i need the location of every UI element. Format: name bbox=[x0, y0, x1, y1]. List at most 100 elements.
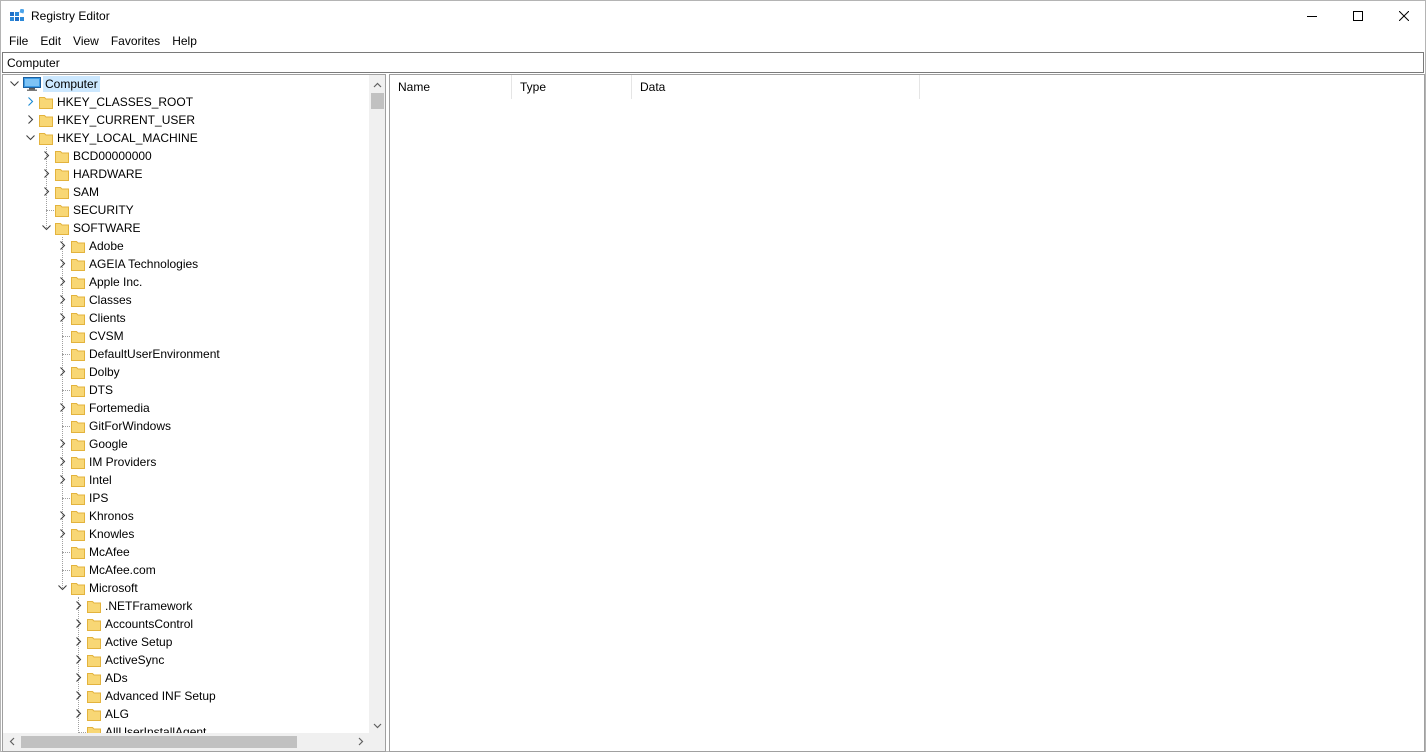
tree-item-computer[interactable]: Computer bbox=[3, 75, 369, 93]
tree-item-clients[interactable]: Clients bbox=[3, 309, 369, 327]
menu-edit[interactable]: Edit bbox=[34, 32, 67, 51]
folder-icon bbox=[71, 257, 85, 271]
tree-item-khronos[interactable]: Khronos bbox=[3, 507, 369, 525]
maximize-button[interactable] bbox=[1335, 1, 1381, 32]
tree-item-software[interactable]: SOFTWARE bbox=[3, 219, 369, 237]
tree-item-hardware[interactable]: HARDWARE bbox=[3, 165, 369, 183]
folder-icon bbox=[39, 113, 53, 127]
tree-item-advanced-inf-setup[interactable]: Advanced INF Setup bbox=[3, 687, 369, 705]
menu-file[interactable]: File bbox=[3, 32, 34, 51]
tree-item-gitforwindows[interactable]: GitForWindows bbox=[3, 417, 369, 435]
chevron-right-icon[interactable] bbox=[57, 510, 68, 521]
chevron-right-icon[interactable] bbox=[41, 186, 52, 197]
tree-item-hkey-local-machine[interactable]: HKEY_LOCAL_MACHINE bbox=[3, 129, 369, 147]
chevron-right-icon[interactable] bbox=[57, 474, 68, 485]
chevron-down-icon[interactable] bbox=[57, 582, 68, 593]
chevron-right-icon[interactable] bbox=[25, 114, 36, 125]
chevron-right-icon[interactable] bbox=[57, 312, 68, 323]
chevron-right-icon[interactable] bbox=[57, 258, 68, 269]
tree-item-classes[interactable]: Classes bbox=[3, 291, 369, 309]
tree-item-netframework[interactable]: .NETFramework bbox=[3, 597, 369, 615]
tree-item-apple-inc[interactable]: Apple Inc. bbox=[3, 273, 369, 291]
chevron-right-icon[interactable] bbox=[57, 294, 68, 305]
chevron-right-icon[interactable] bbox=[73, 618, 84, 629]
chevron-down-icon[interactable] bbox=[41, 222, 52, 233]
address-input[interactable] bbox=[3, 53, 1423, 72]
chevron-right-icon[interactable] bbox=[73, 672, 84, 683]
chevron-right-icon[interactable] bbox=[57, 528, 68, 539]
folder-icon bbox=[71, 419, 85, 433]
chevron-right-icon[interactable] bbox=[73, 654, 84, 665]
tree-item-im-providers[interactable]: IM Providers bbox=[3, 453, 369, 471]
tree-item-mcafee-com[interactable]: McAfee.com bbox=[3, 561, 369, 579]
chevron-right-icon[interactable] bbox=[25, 96, 36, 107]
tree-item-adobe[interactable]: Adobe bbox=[3, 237, 369, 255]
tree-item-ageia-technologies[interactable]: AGEIA Technologies bbox=[3, 255, 369, 273]
scroll-down-button[interactable] bbox=[369, 716, 385, 733]
chevron-right-icon[interactable] bbox=[57, 240, 68, 251]
chevron-right-icon[interactable] bbox=[41, 150, 52, 161]
address-bar[interactable] bbox=[2, 52, 1424, 73]
folder-icon bbox=[71, 293, 85, 307]
folder-icon bbox=[39, 95, 53, 109]
tree-item-label: McAfee bbox=[89, 545, 130, 559]
horizontal-scroll-thumb[interactable] bbox=[21, 736, 297, 748]
column-header-data[interactable]: Data bbox=[632, 75, 920, 99]
scroll-left-button[interactable] bbox=[3, 733, 20, 751]
minimize-button[interactable] bbox=[1289, 1, 1335, 32]
tree-item-hkey-current-user[interactable]: HKEY_CURRENT_USER bbox=[3, 111, 369, 129]
tree-item-ips[interactable]: IPS bbox=[3, 489, 369, 507]
tree-item-microsoft[interactable]: Microsoft bbox=[3, 579, 369, 597]
title-bar[interactable]: Registry Editor bbox=[1, 1, 1425, 32]
tree-item-alluserinstallagent[interactable]: AllUserInstallAgent bbox=[3, 723, 369, 733]
tree-item-mcafee[interactable]: McAfee bbox=[3, 543, 369, 561]
tree-item-accountscontrol[interactable]: AccountsControl bbox=[3, 615, 369, 633]
tree-item-activesync[interactable]: ActiveSync bbox=[3, 651, 369, 669]
chevron-right-icon[interactable] bbox=[73, 600, 84, 611]
tree-item-security[interactable]: SECURITY bbox=[3, 201, 369, 219]
tree-item-hkey-classes-root[interactable]: HKEY_CLASSES_ROOT bbox=[3, 93, 369, 111]
tree-item-google[interactable]: Google bbox=[3, 435, 369, 453]
chevron-down-icon[interactable] bbox=[25, 132, 36, 143]
tree-item-sam[interactable]: SAM bbox=[3, 183, 369, 201]
chevron-right-icon[interactable] bbox=[41, 168, 52, 179]
tree-item-dts[interactable]: DTS bbox=[3, 381, 369, 399]
tree-item-cvsm[interactable]: CVSM bbox=[3, 327, 369, 345]
tree-item-label: IM Providers bbox=[89, 455, 157, 469]
menu-help[interactable]: Help bbox=[166, 32, 203, 51]
tree-item-active-setup[interactable]: Active Setup bbox=[3, 633, 369, 651]
tree-item-intel[interactable]: Intel bbox=[3, 471, 369, 489]
chevron-right-icon[interactable] bbox=[57, 456, 68, 467]
key-tree-pane[interactable]: Computer HKEY_CLASSES_ROOT HKEY_CURRENT_US… bbox=[2, 74, 386, 752]
chevron-right-icon[interactable] bbox=[73, 708, 84, 719]
column-header-name[interactable]: Name bbox=[390, 75, 512, 99]
chevron-right-icon[interactable] bbox=[73, 636, 84, 647]
vertical-scroll-thumb[interactable] bbox=[371, 93, 384, 109]
column-header-type[interactable]: Type bbox=[512, 75, 632, 99]
tree-item-fortemedia[interactable]: Fortemedia bbox=[3, 399, 369, 417]
key-tree[interactable]: Computer HKEY_CLASSES_ROOT HKEY_CURRENT_US… bbox=[3, 75, 369, 733]
chevron-down-icon[interactable] bbox=[9, 78, 20, 89]
chevron-right-icon[interactable] bbox=[57, 276, 68, 287]
scroll-right-button[interactable] bbox=[352, 733, 369, 751]
tree-guide-tick bbox=[62, 498, 70, 499]
tree-item-label: GitForWindows bbox=[89, 419, 172, 433]
tree-item-alg[interactable]: ALG bbox=[3, 705, 369, 723]
tree-item-ads[interactable]: ADs bbox=[3, 669, 369, 687]
menu-view[interactable]: View bbox=[67, 32, 105, 51]
minimize-icon bbox=[1307, 10, 1317, 24]
values-pane[interactable]: Name Type Data bbox=[389, 74, 1425, 752]
menu-favorites[interactable]: Favorites bbox=[105, 32, 166, 51]
tree-item-dolby[interactable]: Dolby bbox=[3, 363, 369, 381]
chevron-right-icon[interactable] bbox=[73, 690, 84, 701]
chevron-right-icon[interactable] bbox=[57, 402, 68, 413]
tree-item-defaultuserenvironment[interactable]: DefaultUserEnvironment bbox=[3, 345, 369, 363]
close-button[interactable] bbox=[1381, 1, 1426, 32]
tree-horizontal-scrollbar[interactable] bbox=[3, 733, 369, 751]
tree-item-bcd00000000[interactable]: BCD00000000 bbox=[3, 147, 369, 165]
tree-item-knowles[interactable]: Knowles bbox=[3, 525, 369, 543]
chevron-right-icon[interactable] bbox=[57, 366, 68, 377]
chevron-right-icon[interactable] bbox=[57, 438, 68, 449]
tree-vertical-scrollbar[interactable] bbox=[369, 75, 385, 733]
scroll-up-button[interactable] bbox=[369, 75, 385, 92]
